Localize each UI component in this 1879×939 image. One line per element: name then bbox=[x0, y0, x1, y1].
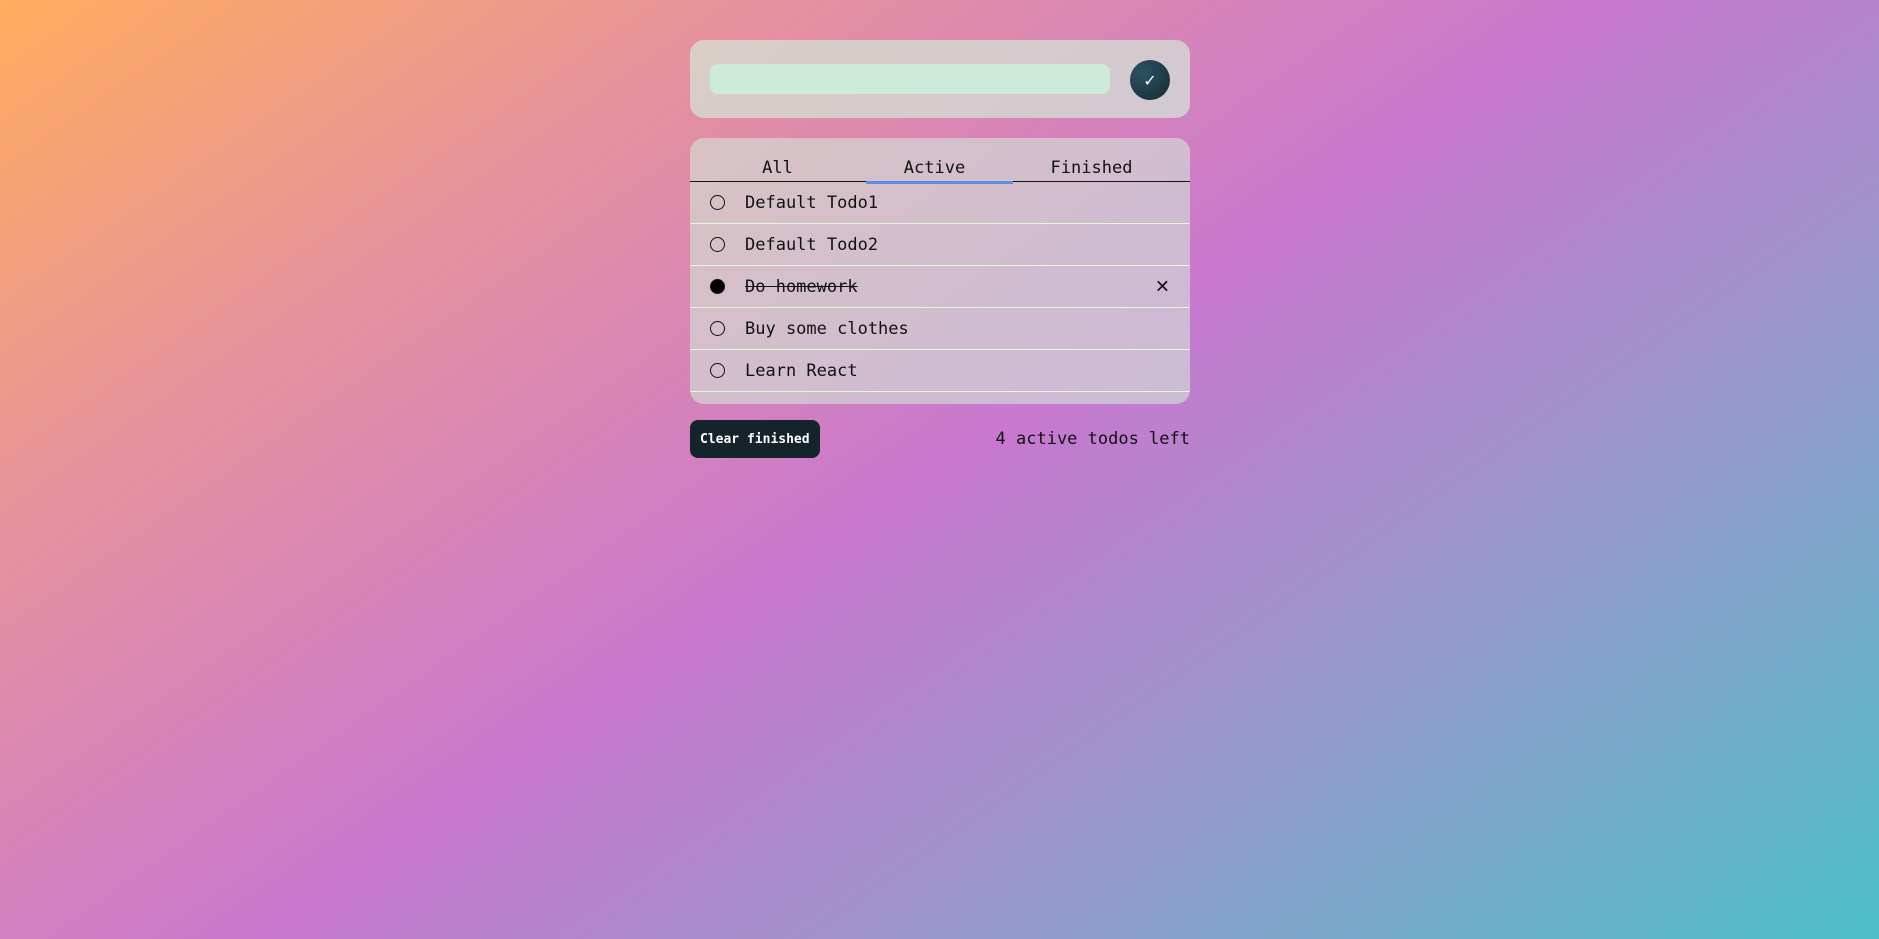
todo-item[interactable]: Default Todo1 bbox=[690, 182, 1190, 224]
todo-toggle-radio[interactable] bbox=[710, 279, 725, 294]
todo-item[interactable]: Do homework ✕ bbox=[690, 266, 1190, 308]
todo-list: Default Todo1 Default Todo2 Do homework … bbox=[690, 182, 1190, 392]
add-todo-button[interactable]: ✓ bbox=[1130, 60, 1170, 100]
tab-finished[interactable]: Finished bbox=[1013, 158, 1170, 181]
todo-app: ✓ All Active Finished Default Todo1 Defa… bbox=[690, 40, 1190, 458]
todo-toggle-radio[interactable] bbox=[710, 321, 725, 336]
active-count-text: 4 active todos left bbox=[995, 429, 1190, 449]
todo-item[interactable]: Buy some clothes bbox=[690, 308, 1190, 350]
todo-item[interactable]: Default Todo2 bbox=[690, 224, 1190, 266]
todo-text: Learn React bbox=[745, 360, 858, 381]
new-todo-card: ✓ bbox=[690, 40, 1190, 118]
tab-active[interactable]: Active bbox=[856, 158, 1013, 184]
todo-footer: Clear finished 4 active todos left bbox=[690, 420, 1190, 458]
todo-toggle-radio[interactable] bbox=[710, 195, 725, 210]
filter-tabs: All Active Finished bbox=[690, 138, 1190, 184]
todo-item[interactable]: Learn React bbox=[690, 350, 1190, 392]
todo-text: Buy some clothes bbox=[745, 318, 909, 339]
todo-toggle-radio[interactable] bbox=[710, 237, 725, 252]
todo-text: Default Todo1 bbox=[745, 192, 879, 213]
todo-text: Do homework bbox=[745, 276, 858, 297]
checkmark-icon: ✓ bbox=[1143, 70, 1157, 90]
clear-finished-button[interactable]: Clear finished bbox=[690, 420, 820, 458]
delete-todo-icon[interactable]: ✕ bbox=[1155, 276, 1170, 297]
todo-list-card: All Active Finished Default Todo1 Defaul… bbox=[690, 138, 1190, 404]
tab-all[interactable]: All bbox=[699, 158, 856, 181]
todo-toggle-radio[interactable] bbox=[710, 363, 725, 378]
new-todo-input[interactable] bbox=[710, 64, 1110, 94]
todo-text: Default Todo2 bbox=[745, 234, 879, 255]
